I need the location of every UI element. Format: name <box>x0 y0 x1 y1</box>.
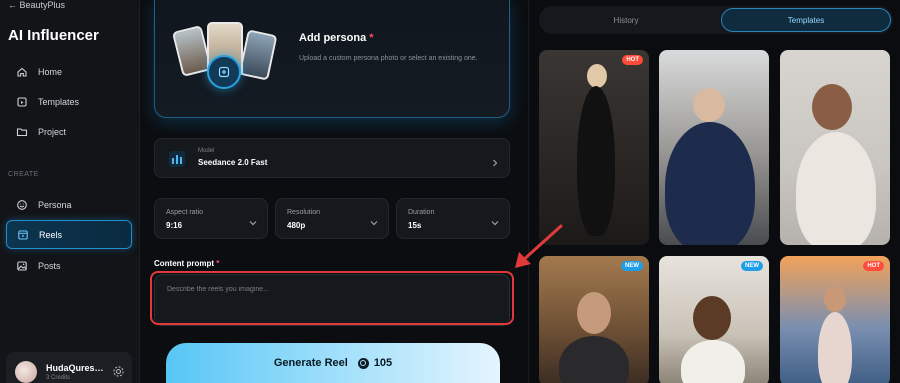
app-title: AI Influencer <box>8 27 99 44</box>
nav-templates-label: Templates <box>38 96 80 107</box>
nav-persona[interactable]: Persona <box>6 190 132 219</box>
hot-badge: HOT <box>863 261 884 271</box>
duration-select[interactable]: Duration 15s <box>396 198 510 239</box>
nav-project[interactable]: Project <box>6 117 132 146</box>
persona-photo-3 <box>238 29 278 81</box>
template-figure <box>681 340 745 383</box>
new-badge: NEW <box>741 261 763 271</box>
generate-cost: 105 <box>373 357 393 369</box>
tab-bar: History Templates <box>539 6 893 34</box>
template-figure-head <box>587 64 607 88</box>
image-icon <box>15 259 29 273</box>
add-photo-icon[interactable] <box>207 55 241 89</box>
template-figure-head <box>693 296 731 340</box>
user-card[interactable]: HudaQures… 3 Credits <box>6 352 132 383</box>
nav-posts[interactable]: Posts <box>6 251 132 280</box>
aspect-ratio-value: 9:16 <box>166 221 183 230</box>
templates-icon <box>15 95 29 109</box>
template-figure <box>818 312 852 383</box>
generate-label: Generate Reel <box>273 357 348 369</box>
nav-reels-label: Reels <box>39 229 63 240</box>
resolution-select[interactable]: Resolution 480p <box>275 198 389 239</box>
template-card[interactable]: NEW <box>659 256 769 383</box>
prompt-box[interactable] <box>154 274 510 326</box>
sidebar: ← BeautyPlus AI Influencer Home Template… <box>0 0 140 383</box>
template-figure-head <box>824 286 846 312</box>
duration-value: 15s <box>408 221 422 230</box>
templates-panel: History Templates HOT NEW NEW HOT <box>528 0 900 383</box>
template-figure <box>559 336 629 383</box>
chevron-right-icon <box>491 154 499 167</box>
resolution-label: Resolution <box>287 209 321 216</box>
aspect-ratio-select[interactable]: Aspect ratio 9:16 <box>154 198 268 239</box>
prompt-input[interactable] <box>167 286 497 293</box>
template-card[interactable] <box>659 50 769 245</box>
template-figure <box>796 132 876 245</box>
persona-title: Add persona * <box>299 32 374 44</box>
nav-project-label: Project <box>38 126 67 137</box>
chevron-down-icon <box>249 214 257 226</box>
tab-history[interactable]: History <box>541 8 711 32</box>
nav-templates[interactable]: Templates <box>6 87 132 116</box>
nav-posts-label: Posts <box>38 260 61 271</box>
resolution-value: 480p <box>287 221 306 230</box>
template-figure-head <box>577 292 611 334</box>
aspect-ratio-label: Aspect ratio <box>166 209 203 216</box>
section-create-label: CREATE <box>8 171 39 178</box>
persona-description: Upload a custom persona photo or select … <box>299 55 478 62</box>
required-mark: * <box>216 259 220 268</box>
chevron-down-icon <box>491 214 499 226</box>
hot-badge: HOT <box>622 55 643 65</box>
video-icon <box>16 228 30 242</box>
prompt-label: Content prompt * <box>154 259 220 268</box>
back-link[interactable]: ← BeautyPlus <box>8 0 65 10</box>
nav-home[interactable]: Home <box>6 57 132 86</box>
template-figure-head <box>693 88 725 122</box>
coin-icon <box>357 357 369 369</box>
tab-templates[interactable]: Templates <box>721 8 891 32</box>
bars-icon <box>169 151 185 167</box>
model-value: Seedance 2.0 Fast <box>198 158 268 167</box>
template-figure <box>665 122 755 245</box>
nav-home-label: Home <box>38 66 63 77</box>
template-card[interactable]: HOT <box>780 256 890 383</box>
duration-label: Duration <box>408 209 435 216</box>
user-credits: 3 Credits <box>46 375 71 381</box>
template-figure-head <box>812 84 852 130</box>
generate-reel-button[interactable]: Generate Reel 105 <box>166 343 500 383</box>
nav-persona-label: Persona <box>38 199 72 210</box>
chevron-down-icon <box>370 214 378 226</box>
nav-reels[interactable]: Reels <box>6 220 132 249</box>
smile-icon <box>15 198 29 212</box>
gear-icon[interactable] <box>112 365 125 378</box>
template-card[interactable]: HOT <box>539 50 649 245</box>
folder-icon <box>15 125 29 139</box>
avatar <box>15 361 37 383</box>
reel-form: Add persona * Upload a custom persona ph… <box>140 0 528 383</box>
required-mark: * <box>369 32 374 44</box>
model-label: Model <box>198 148 215 154</box>
template-card[interactable]: NEW <box>539 256 649 383</box>
user-name: HudaQures… <box>46 363 104 373</box>
model-selector[interactable]: Model Seedance 2.0 Fast <box>154 138 510 178</box>
template-figure <box>577 86 615 236</box>
home-icon <box>15 65 29 79</box>
template-card[interactable] <box>780 50 890 245</box>
new-badge: NEW <box>621 261 643 271</box>
add-persona-card[interactable]: Add persona * Upload a custom persona ph… <box>154 0 510 118</box>
